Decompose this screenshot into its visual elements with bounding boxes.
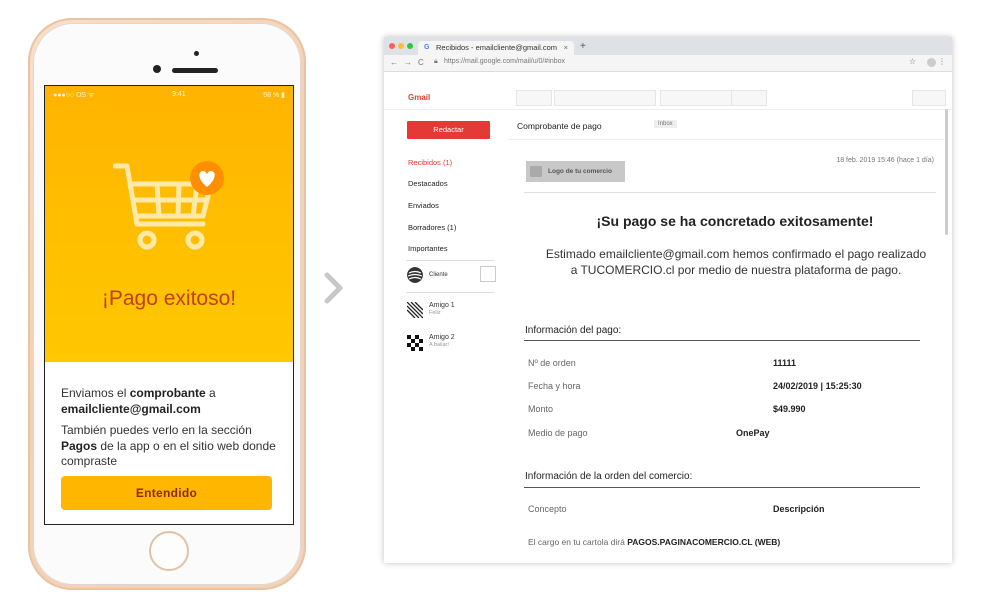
email-paragraph: Estimado emailcliente@gmail.com hemos co…: [545, 247, 927, 277]
row-label-monto: Monto: [528, 404, 554, 414]
reload-icon[interactable]: C: [418, 58, 424, 67]
email-headline: ¡Su pago se ha concretado exitosamente!: [596, 213, 874, 229]
front-camera: [153, 65, 161, 73]
sidebar-item-destacados[interactable]: Destacados: [408, 179, 448, 188]
chevron-right-icon: [324, 272, 343, 304]
status-battery: 58 % ▮: [263, 92, 285, 99]
image-icon: [530, 166, 542, 177]
settings-button[interactable]: [912, 90, 946, 106]
close-window-icon[interactable]: [389, 43, 395, 49]
address-bar: ← → C 🔒︎ https://mail.google.com/mail/u/…: [384, 55, 952, 72]
row-label-concepto: Concepto: [528, 504, 567, 514]
email-date: 18 feb. 2019 15:46 (hace 1 día): [836, 157, 934, 164]
row-value-concepto: Descripción: [773, 504, 825, 514]
status-time: 9:41: [172, 91, 186, 98]
toolbar-button-group[interactable]: [554, 90, 656, 106]
row-value-fecha: 24/02/2019 | 15:25:30: [773, 381, 862, 391]
tab-close-icon[interactable]: ×: [564, 41, 568, 55]
toolbar-button-group[interactable]: [660, 90, 732, 106]
row-value-medio: OnePay: [736, 428, 770, 438]
row-label-orden: Nº de orden: [528, 358, 576, 368]
sidebar-divider: [406, 260, 494, 261]
gmail-logo[interactable]: Gmail: [408, 93, 430, 102]
contact-name: Amigo 1: [429, 302, 455, 309]
contact-avatar-amigo2[interactable]: [407, 335, 423, 351]
sidebar-item-recibidos[interactable]: Recibidos (1): [408, 158, 452, 167]
row-label-fecha: Fecha y hora: [528, 381, 581, 391]
phone-screen: ●●●○○ OS ᯤ 9:41 58 % ▮ ¡Pago exitoso! En…: [44, 85, 294, 525]
maximize-window-icon[interactable]: [407, 43, 413, 49]
proximity-sensor: [194, 51, 199, 56]
msg-bold-comprobante: comprobante: [129, 386, 206, 400]
contact-amigo1[interactable]: Amigo 1 Feliz: [429, 302, 455, 316]
menu-more-icon[interactable]: ⋮: [938, 57, 946, 66]
browser-tab[interactable]: G Recibidos - emailcliente@gmail.com ×: [418, 41, 574, 55]
status-carrier: ●●●○○ OS ᯤ: [53, 92, 95, 99]
section-divider: [524, 487, 920, 488]
merchant-logo-placeholder: Logo de tu comercio: [526, 161, 625, 182]
lock-icon: 🔒︎: [434, 58, 438, 65]
bookmark-star-icon[interactable]: ☆: [909, 57, 916, 66]
contact-status: A bailar!: [429, 342, 449, 348]
new-tab-button[interactable]: +: [580, 41, 586, 53]
sidebar-item-enviados[interactable]: Enviados: [408, 201, 439, 210]
success-header: ●●●○○ OS ᯤ 9:41 58 % ▮ ¡Pago exitoso!: [45, 86, 293, 362]
contact-amigo2[interactable]: Amigo 2 A bailar!: [429, 334, 455, 348]
msg-text: Enviamos el: [61, 386, 130, 400]
contact-avatar-amigo1[interactable]: [407, 302, 423, 318]
footnote-bold: PAGOS.PAGINACOMERCIO.CL (WEB): [627, 537, 781, 547]
sidebar-divider: [406, 292, 494, 293]
sidebar-item-borradores[interactable]: Borradores (1): [408, 223, 456, 232]
status-bar: ●●●○○ OS ᯤ 9:41 58 % ▮: [53, 91, 285, 101]
google-favicon-icon: G: [424, 44, 430, 51]
entendido-button[interactable]: Entendido: [61, 476, 272, 510]
charge-footnote: El cargo en tu cartola dirá PAGOS.PAGINA…: [528, 537, 780, 547]
shopping-cart-heart-icon: [113, 161, 224, 250]
phone-speaker: [172, 68, 218, 73]
inbox-label-chip[interactable]: Inbox: [654, 120, 677, 128]
minimize-window-icon[interactable]: [398, 43, 404, 49]
profile-avatar[interactable]: [927, 58, 936, 67]
tab-title: Recibidos - emailcliente@gmail.com: [436, 43, 557, 52]
forward-icon[interactable]: →: [404, 58, 412, 67]
row-label-medio: Medio de pago: [528, 428, 588, 438]
contact-avatar-cliente[interactable]: [407, 267, 423, 283]
section-divider: [524, 340, 920, 341]
msg-bold-pagos: Pagos: [61, 438, 98, 453]
sidebar-item-importantes[interactable]: Importantes: [408, 244, 448, 253]
home-button[interactable]: [149, 531, 189, 571]
success-message: Enviamos el comprobante a emailcliente@gm…: [61, 386, 277, 476]
subject-divider: [508, 139, 944, 140]
tab-bar: G Recibidos - emailcliente@gmail.com × +: [384, 37, 952, 55]
msg-text: También puedes verlo en la sección: [61, 423, 252, 437]
compose-button[interactable]: Redactar: [407, 121, 490, 139]
back-icon[interactable]: ←: [390, 58, 398, 67]
success-title: ¡Pago exitoso!: [101, 287, 237, 310]
contact-name: Amigo 2: [429, 334, 455, 341]
url-input[interactable]: https://mail.google.com/mail/u/0/#inbox: [444, 58, 565, 65]
toolbar-button[interactable]: [516, 90, 552, 106]
header-divider: [524, 192, 936, 193]
footnote-text: El cargo en tu cartola dirá: [528, 537, 628, 547]
logo-text: Logo de tu comercio: [548, 168, 612, 175]
browser-window: G Recibidos - emailcliente@gmail.com × +…: [384, 37, 952, 563]
email-subject: Comprobante de pago: [517, 121, 602, 131]
contact-cliente[interactable]: Cliente: [429, 272, 448, 278]
row-value-orden: 11111: [773, 358, 797, 368]
msg-email: emailcliente@gmail.com: [61, 401, 201, 416]
section-title-pago: Información del pago:: [525, 325, 622, 336]
msg-text: a: [205, 386, 216, 400]
contact-status: Feliz: [429, 310, 441, 316]
toolbar-button[interactable]: [731, 90, 767, 106]
row-value-monto: $49.990: [773, 404, 806, 414]
contact-checkbox[interactable]: [480, 266, 496, 282]
section-title-orden: Información de la orden del comercio:: [525, 471, 693, 482]
